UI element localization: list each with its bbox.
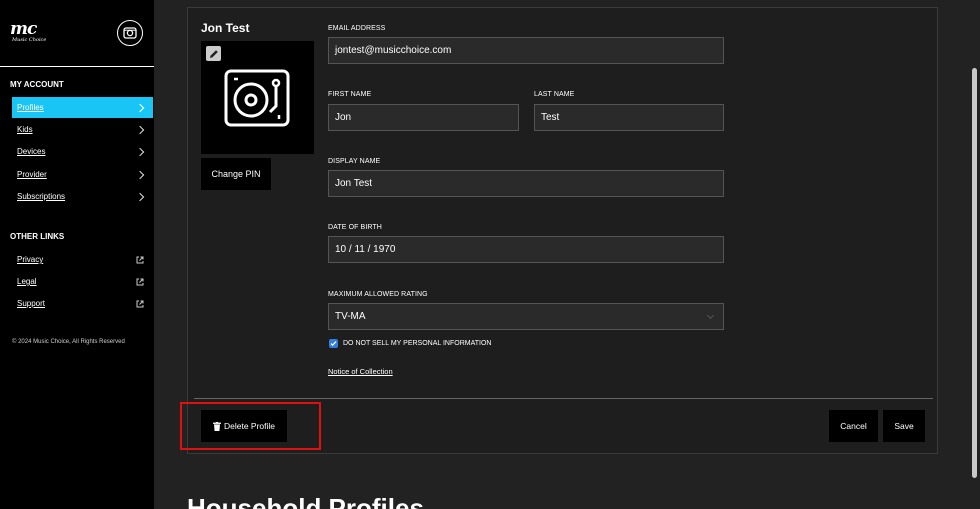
sidebar-item-label: Profiles (17, 103, 44, 112)
do-not-sell-label: DO NOT SELL MY PERSONAL INFORMATION (343, 340, 492, 347)
save-button[interactable]: Save (883, 410, 925, 442)
sidebar-item-devices[interactable]: Devices (12, 141, 153, 162)
sidebar-link-label: Privacy (17, 255, 44, 264)
last-name-field[interactable]: Test (534, 104, 724, 131)
sidebar-item-kids[interactable]: Kids (12, 119, 153, 140)
change-pin-button[interactable]: Change PIN (201, 158, 271, 190)
sidebar-item-subscriptions[interactable]: Subscriptions (12, 186, 153, 207)
first-name-field[interactable]: Jon (328, 104, 519, 131)
pencil-icon (209, 49, 218, 58)
last-name-label: LAST NAME (534, 91, 575, 98)
cancel-button[interactable]: Cancel (829, 410, 878, 442)
sidebar-item-label: Subscriptions (17, 192, 66, 201)
camera-icon (123, 27, 137, 39)
checkmark-icon (330, 341, 337, 347)
logo-mark: mc (10, 19, 37, 39)
music-choice-logo[interactable]: mc Music Choice (10, 19, 58, 44)
display-name-label: DISPLAY NAME (328, 158, 381, 165)
external-link-icon (136, 256, 144, 263)
sidebar-link-legal[interactable]: Legal (12, 271, 153, 292)
camera-icon-button[interactable] (117, 20, 143, 46)
sidebar-item-provider[interactable]: Provider (12, 164, 153, 185)
chevron-down-icon (706, 311, 715, 320)
sidebar-link-privacy[interactable]: Privacy (12, 249, 153, 270)
profile-name-heading: Jon Test (201, 21, 250, 35)
sidebar-link-label: Support (17, 299, 46, 308)
copyright-text: © 2024 Music Choice, All Rights Reserved (12, 339, 125, 345)
other-links-heading: OTHER LINKS (10, 232, 65, 241)
my-account-heading: MY ACCOUNT (10, 80, 64, 89)
profile-avatar (201, 41, 314, 154)
chevron-right-icon (135, 170, 145, 179)
dob-label: DATE OF BIRTH (328, 224, 382, 231)
notice-of-collection-link[interactable]: Notice of Collection (328, 367, 393, 376)
date-of-birth-field[interactable]: 10 / 11 / 1970 (328, 236, 724, 263)
sidebar-item-profiles[interactable]: Profiles (12, 97, 153, 118)
chevron-right-icon (135, 125, 145, 134)
chevron-right-icon (135, 103, 145, 112)
chevron-right-icon (135, 147, 145, 156)
panel-divider (194, 398, 933, 399)
page-scrollbar[interactable] (972, 68, 977, 478)
rating-selected-value: TV-MA (335, 311, 366, 322)
display-name-field[interactable]: Jon Test (328, 170, 724, 197)
sidebar-link-label: Legal (17, 277, 37, 286)
logo-subtext: Music Choice (12, 37, 47, 43)
sidebar-item-label: Provider (17, 170, 47, 179)
sidebar: mc Music Choice MY ACCOUNT Profiles Kids… (0, 0, 154, 509)
profile-edit-panel: Jon Test Change PIN EMAIL ADDRESS jontes… (187, 7, 938, 454)
sidebar-link-support[interactable]: Support (12, 293, 153, 314)
highlight-annotation (180, 402, 321, 450)
external-link-icon (136, 278, 144, 285)
first-name-label: FIRST NAME (328, 91, 372, 98)
email-label: EMAIL ADDRESS (328, 25, 386, 32)
rating-select[interactable]: TV-MA (328, 303, 724, 330)
rating-label: MAXIMUM ALLOWED RATING (328, 291, 428, 298)
sidebar-item-label: Kids (17, 125, 33, 134)
chevron-right-icon (135, 192, 145, 201)
household-profiles-heading: Household Profiles (187, 493, 424, 509)
turntable-icon (224, 69, 290, 127)
sidebar-item-label: Devices (17, 147, 46, 156)
email-field[interactable]: jontest@musicchoice.com (328, 37, 724, 64)
sidebar-divider (0, 66, 154, 67)
external-link-icon (136, 300, 144, 307)
edit-avatar-button[interactable] (206, 46, 221, 61)
do-not-sell-checkbox[interactable] (329, 339, 338, 348)
